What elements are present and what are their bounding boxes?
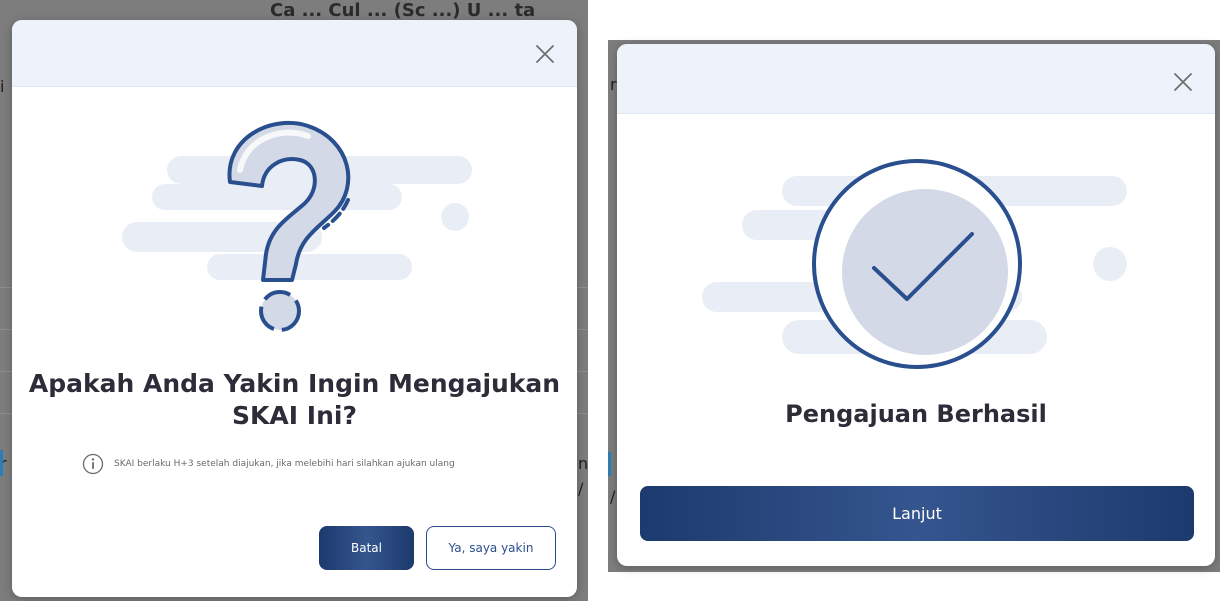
- validity-note: SKAI berlaku H+3 setelah diajukan, jika …: [82, 453, 455, 475]
- confirm-title-line1: Apakah Anda Yakin Ingin Mengajukan: [28, 369, 561, 398]
- success-dialog: Pengajuan Berhasil Lanjut: [617, 44, 1215, 566]
- success-title: Pengajuan Berhasil: [785, 400, 1047, 428]
- backdrop-text: i: [0, 77, 5, 96]
- backdrop-text: n,: [578, 454, 588, 473]
- backdrop-accent: [0, 450, 3, 476]
- question-illustration-icon: [122, 120, 472, 332]
- confirm-title-line2: SKAI Ini?: [232, 401, 357, 430]
- dialog-header: [12, 20, 577, 87]
- info-icon: [82, 453, 104, 475]
- validity-note-text: SKAI berlaku H+3 setelah diajukan, jika …: [114, 459, 455, 469]
- confirm-button[interactable]: Ya, saya yakin: [426, 526, 556, 570]
- background-page-title: Ca ... Cul ... (Sc ...) U ... ta: [270, 0, 536, 21]
- close-icon[interactable]: [531, 40, 559, 68]
- backdrop-text: /: [610, 487, 616, 506]
- backdrop-text: /: [578, 479, 584, 498]
- close-icon[interactable]: [1169, 68, 1197, 96]
- backdrop-accent: [608, 452, 611, 476]
- confirm-dialog: Apakah Anda Yakin Ingin Mengajukan SKAI …: [12, 20, 577, 597]
- confirm-title: Apakah Anda Yakin Ingin Mengajukan SKAI …: [12, 368, 577, 432]
- backdrop-text: r: [610, 75, 617, 94]
- continue-button[interactable]: Lanjut: [640, 486, 1194, 541]
- checkmark-illustration-icon: [702, 159, 1127, 369]
- cancel-button[interactable]: Batal: [319, 526, 414, 570]
- dialog-header: [617, 44, 1215, 114]
